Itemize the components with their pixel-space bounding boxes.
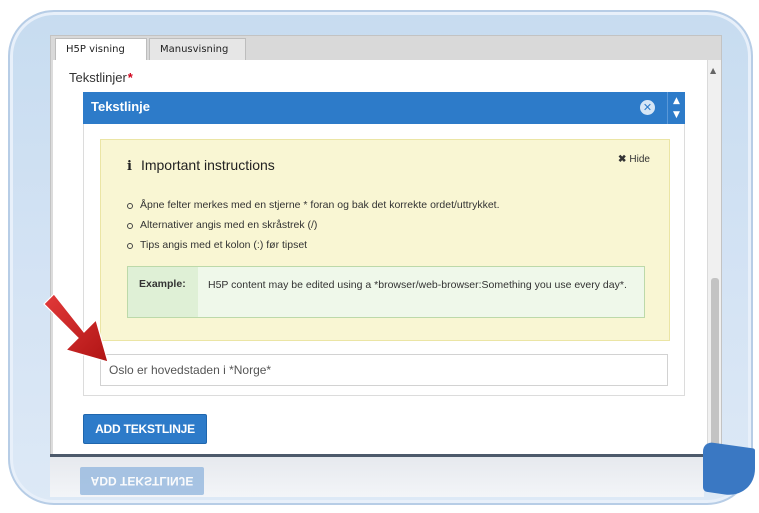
tab-h5p-visning[interactable]: H5P visning — [55, 38, 147, 60]
page-fold — [703, 441, 755, 499]
hide-button[interactable]: ✖ Hide — [618, 154, 650, 165]
editor-window: H5P visning Manusvisning Tekstlinjer* Te… — [50, 35, 722, 461]
list-item: Åpne felter merkes med en stjerne * fora… — [127, 195, 500, 215]
example-box: Example: H5P content may be edited using… — [127, 266, 645, 318]
group-title: Tekstlinje — [91, 99, 151, 114]
separator-line — [50, 454, 704, 457]
close-circle-icon[interactable]: ✕ — [640, 100, 655, 115]
editor-content: Tekstlinjer* Tekstlinje ✕ ▲ ▼ i Important … — [53, 60, 707, 461]
scroll-thumb[interactable] — [711, 278, 719, 456]
required-marker: * — [127, 70, 133, 85]
instructions-title: i Important instructions — [127, 157, 275, 174]
close-icon: ✖ — [618, 154, 627, 165]
group-header[interactable]: Tekstlinje ✕ ▲ ▼ — [83, 92, 685, 124]
group-body: i Important instructions ✖ Hide Åpne felte… — [83, 124, 685, 396]
tab-manusvisning[interactable]: Manusvisning — [149, 38, 246, 60]
field-label: Tekstlinjer* — [69, 70, 133, 85]
scroll-up-icon[interactable]: ▲ — [710, 66, 716, 75]
info-icon: i — [127, 159, 132, 174]
chevron-up-down-icon[interactable]: ▲ ▼ — [667, 92, 685, 124]
field-label-text: Tekstlinjer — [69, 70, 127, 85]
hide-label: Hide — [629, 154, 650, 165]
vertical-scrollbar[interactable]: ▲ — [707, 60, 721, 461]
reflection-add-button: ADD TEKSTLINJE — [80, 467, 204, 495]
add-tekstlinje-button[interactable]: ADD TEKSTLINJE — [83, 414, 207, 444]
instructions-box: i Important instructions ✖ Hide Åpne felte… — [100, 139, 670, 341]
red-arrow-icon — [43, 293, 109, 363]
example-label: Example: — [128, 267, 198, 317]
list-item: Tips angis med et kolon (:) før tipset — [127, 235, 500, 255]
instructions-list: Åpne felter merkes med en stjerne * fora… — [127, 195, 500, 255]
text-line-input[interactable]: Oslo er hovedstaden i *Norge* — [100, 354, 668, 386]
list-item: Alternativer angis med en skråstrek (/) — [127, 215, 500, 235]
example-text: H5P content may be edited using a *brows… — [208, 279, 627, 291]
instructions-title-text: Important instructions — [140, 157, 275, 173]
tab-bar: H5P visning Manusvisning — [51, 36, 721, 60]
